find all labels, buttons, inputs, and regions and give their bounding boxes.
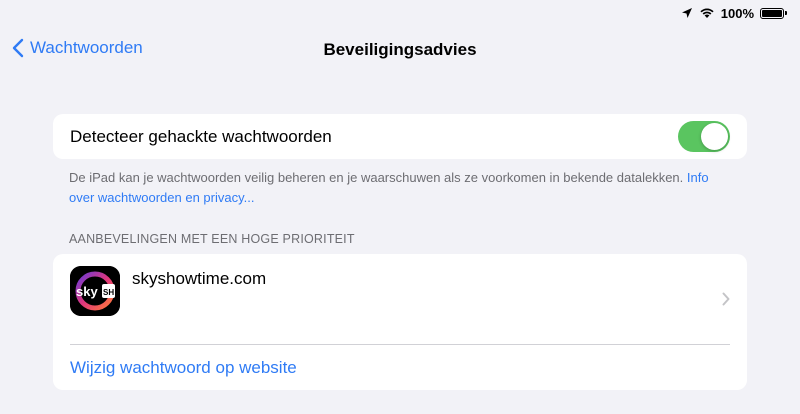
change-password-link[interactable]: Wijzig wachtwoord op website (70, 358, 297, 378)
battery-icon (760, 7, 787, 19)
detect-compromised-row: Detecteer gehackte wachtwoorden (53, 114, 747, 159)
site-name: skyshowtime.com (132, 269, 267, 288)
detect-compromised-toggle[interactable] (678, 121, 730, 152)
navigation-bar: Wachtwoorden Beveiligingsadvies (0, 36, 800, 66)
wifi-icon (700, 8, 714, 18)
battery-percentage: 100% (720, 5, 754, 21)
recommendation-card: sky SH skyshowtime.com Wijzig wachtwoord… (53, 254, 747, 390)
chevron-right-icon (722, 292, 730, 306)
status-bar: 100% (0, 0, 800, 26)
svg-text:SH: SH (103, 288, 114, 297)
toggle-label: Detecteer gehackte wachtwoorden (70, 127, 332, 146)
footer-text: De iPad kan je wachtwoorden veilig beher… (69, 170, 687, 185)
section-header: AANBEVELINGEN MET EEN HOGE PRIORITEIT (69, 232, 355, 246)
page-title: Beveiligingsadvies (323, 40, 477, 59)
skyshowtime-app-icon: sky SH (70, 266, 120, 316)
toggle-knob (701, 123, 728, 150)
svg-text:sky: sky (76, 284, 98, 299)
recommendation-row[interactable]: sky SH skyshowtime.com (53, 254, 747, 344)
divider (70, 344, 730, 345)
toggle-footer-note: De iPad kan je wachtwoorden veilig beher… (69, 168, 709, 208)
location-arrow-icon (681, 8, 692, 18)
